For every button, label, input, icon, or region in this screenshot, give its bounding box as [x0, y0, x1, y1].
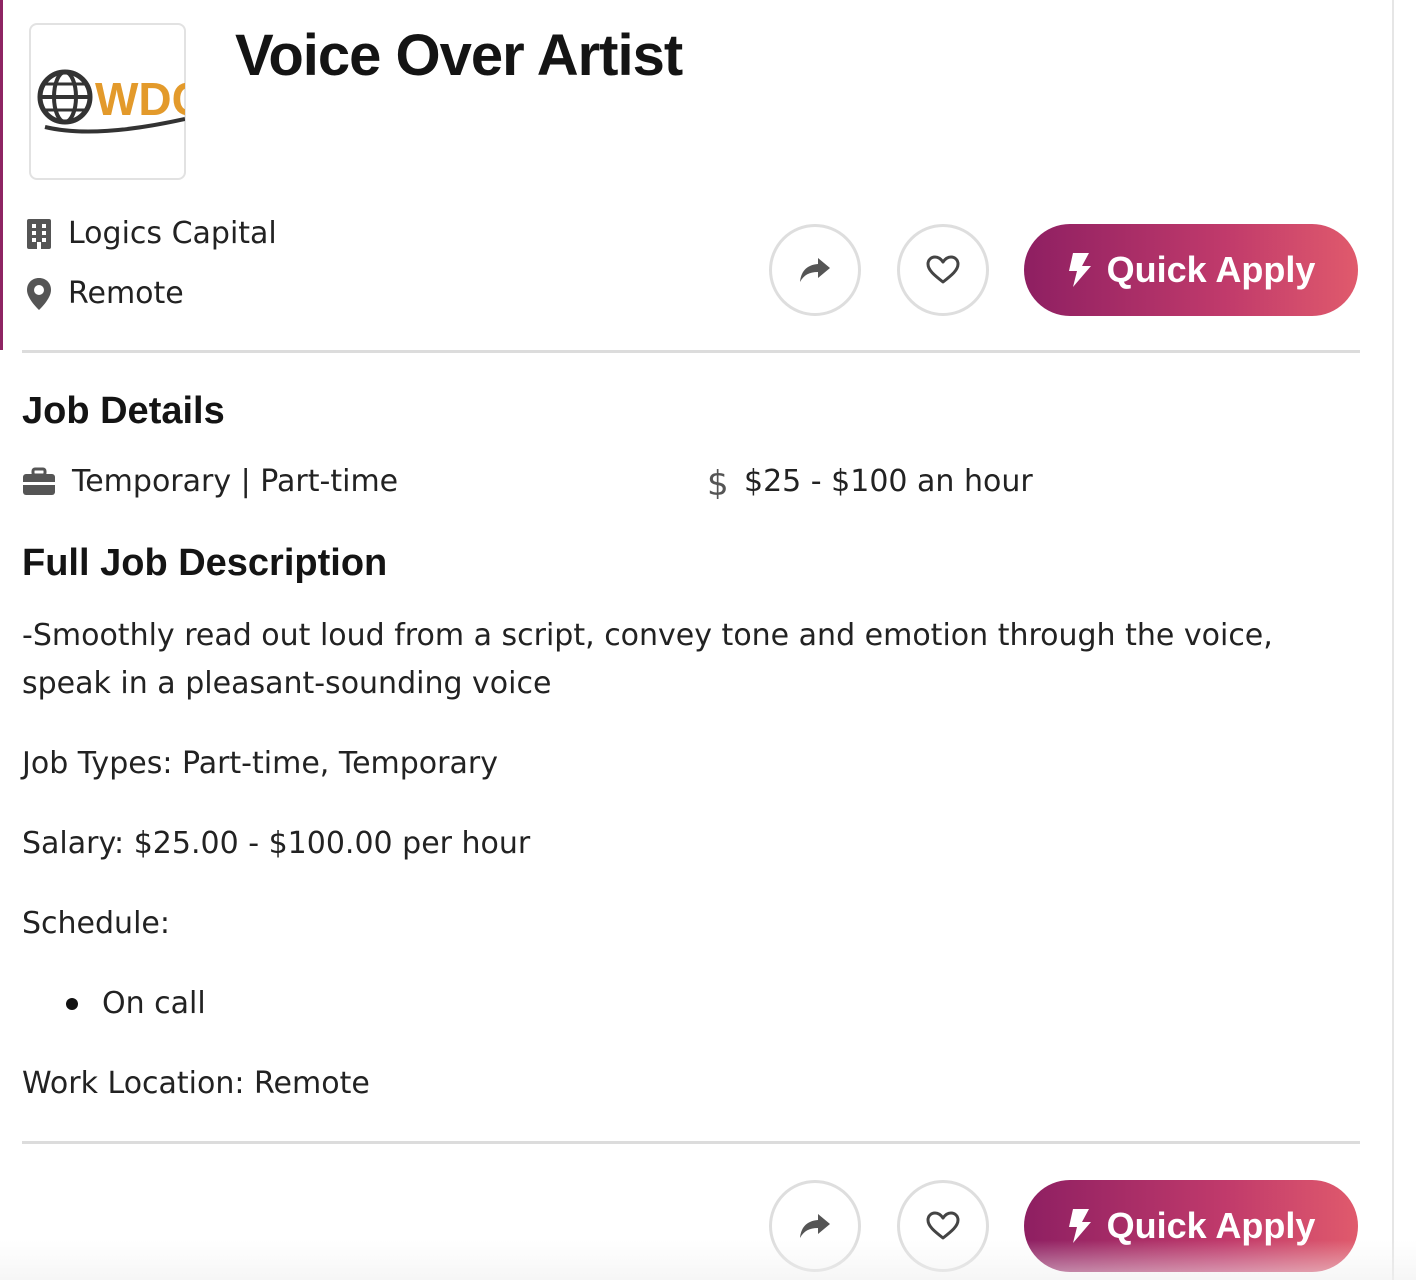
quick-apply-button-bottom[interactable]: Quick Apply — [1024, 1180, 1358, 1272]
schedule-item: On call — [102, 986, 206, 1021]
job-type-detail: Temporary | Part-time — [22, 464, 398, 499]
company-row: Logics Capital — [24, 216, 277, 251]
pay-detail: $ $25 - $100 an hour — [706, 464, 1033, 499]
building-icon — [24, 218, 54, 250]
accent-bar — [0, 0, 3, 350]
job-types-text: Job Types: Part-time, Temporary — [22, 746, 498, 781]
share-arrow-icon — [800, 258, 830, 282]
location-text: Remote — [68, 276, 184, 311]
map-pin-icon — [24, 277, 54, 310]
location-row: Remote — [24, 276, 184, 311]
lightning-icon — [1068, 1209, 1091, 1243]
save-job-button-bottom[interactable] — [897, 1180, 989, 1272]
list-item: On call — [66, 986, 206, 1021]
job-title: Voice Over Artist — [235, 23, 683, 88]
company-name[interactable]: Logics Capital — [68, 216, 277, 251]
panel-edge — [1392, 0, 1394, 1280]
svg-text:$: $ — [707, 465, 728, 499]
job-type-text: Temporary | Part-time — [72, 464, 399, 499]
description-summary: -Smoothly read out loud from a script, c… — [22, 618, 1273, 701]
logo-text: WDC — [95, 73, 185, 125]
briefcase-icon — [22, 467, 56, 497]
quick-apply-label: Quick Apply — [1106, 249, 1316, 290]
job-details-heading: Job Details — [22, 390, 225, 432]
globe-icon: WDC — [37, 69, 185, 134]
lightning-icon — [1068, 253, 1091, 287]
divider — [22, 350, 1360, 353]
share-button[interactable] — [769, 224, 861, 316]
salary-text: Salary: $25.00 - $100.00 per hour — [22, 826, 531, 861]
share-arrow-icon — [800, 1214, 830, 1238]
pay-text: $25 - $100 an hour — [744, 464, 1033, 499]
company-logo: WDC — [29, 23, 186, 180]
description-heading: Full Job Description — [22, 542, 388, 584]
bullet-icon — [66, 997, 78, 1010]
dollar-icon: $ — [706, 465, 728, 499]
quick-apply-button[interactable]: Quick Apply — [1024, 224, 1358, 316]
save-job-button[interactable] — [897, 224, 989, 316]
divider — [22, 1141, 1360, 1144]
work-location-text: Work Location: Remote — [22, 1066, 370, 1101]
schedule-label: Schedule: — [22, 906, 170, 941]
heart-icon — [926, 1211, 960, 1240]
quick-apply-label: Quick Apply — [1106, 1205, 1316, 1246]
share-button-bottom[interactable] — [769, 1180, 861, 1272]
heart-icon — [926, 255, 960, 284]
